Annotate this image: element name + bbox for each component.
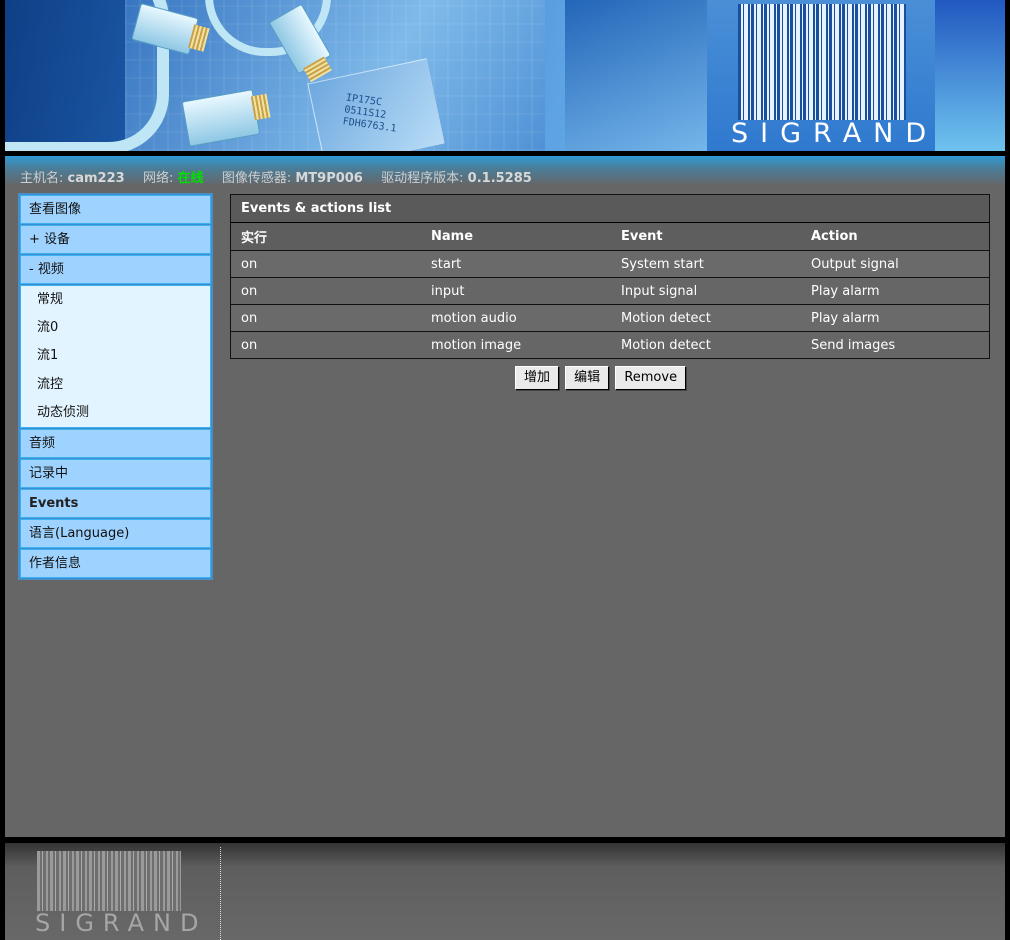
hostname-value: cam223 [67, 171, 125, 186]
cell-event: Motion detect [611, 304, 801, 332]
driver-label: 驱动程序版本: [381, 171, 464, 186]
driver-version: 0.1.5285 [467, 171, 532, 186]
table-row[interactable]: on start System start Output signal [230, 250, 990, 278]
footer: SIGRAND [5, 843, 1005, 940]
table-actions: 增加 编辑 Remove [515, 366, 688, 390]
nav-video-motion-detect[interactable]: 动态侦测 [21, 399, 210, 427]
banner-edge [935, 0, 1005, 151]
sidebar-nav: 查看图像 + 设备 - 视频 常规 流0 流1 流控 动态侦测 音频 记录中 E… [18, 193, 213, 580]
sensor-value: MT9P006 [295, 171, 363, 186]
chip-text: IP175C 0511S12 FDH6763.1 [341, 92, 398, 135]
column-header-event: Event [611, 222, 801, 251]
nav-language[interactable]: 语言(Language) [20, 518, 211, 548]
nav-about[interactable]: 作者信息 [20, 548, 211, 578]
hostname-label: 主机名: [20, 171, 64, 186]
logo-text: SIGRAND [731, 118, 939, 149]
cell-enabled: on [230, 331, 421, 359]
column-header-name: Name [421, 222, 611, 251]
column-header-enabled: 实行 [230, 222, 421, 251]
footer-barcode-icon [37, 851, 181, 911]
nav-video-flow-control[interactable]: 流控 [21, 371, 210, 399]
cell-enabled: on [230, 304, 421, 332]
events-table-title: Events & actions list [230, 194, 990, 223]
cell-event: System start [611, 250, 801, 278]
nav-recording[interactable]: 记录中 [20, 458, 211, 488]
nav-events[interactable]: Events [20, 488, 211, 518]
cell-event: Input signal [611, 277, 801, 305]
video-submenu: 常规 流0 流1 流控 动态侦测 [20, 285, 211, 428]
add-button[interactable]: 增加 [515, 366, 560, 390]
nav-video-general[interactable]: 常规 [21, 286, 210, 314]
barcode-icon [738, 4, 906, 120]
events-table: Events & actions list 实行 Name Event Acti… [230, 194, 990, 359]
column-header-action: Action [801, 222, 990, 251]
network-label: 网络: [142, 171, 174, 186]
sigrand-logo: SIGRAND [707, 0, 935, 151]
nav-view-image[interactable]: 查看图像 [20, 195, 211, 224]
chart-background-image [565, 0, 725, 151]
main-panel: 主机名: cam223 网络: 在线 图像传感器: MT9P006 驱动程序版本… [5, 156, 1005, 837]
edit-button[interactable]: 编辑 [565, 366, 610, 390]
cell-name: start [421, 250, 611, 278]
nav-video[interactable]: - 视频 [20, 255, 211, 284]
nav-video-stream0[interactable]: 流0 [21, 314, 210, 342]
footer-logo-text: SIGRAND [35, 909, 208, 937]
cell-action: Send images [801, 331, 990, 359]
footer-divider [220, 847, 221, 940]
nav-device[interactable]: + 设备 [20, 225, 211, 254]
cell-name: input [421, 277, 611, 305]
remove-button[interactable]: Remove [615, 366, 687, 390]
sensor-label: 图像传感器: [221, 171, 292, 186]
cell-action: Output signal [801, 250, 990, 278]
cell-name: motion image [421, 331, 611, 359]
cell-enabled: on [230, 250, 421, 278]
events-content: Events & actions list 实行 Name Event Acti… [225, 190, 995, 490]
nav-audio[interactable]: 音频 [20, 428, 211, 458]
header-banner: IP175C 0511S12 FDH6763.1 SIGRAND [5, 0, 1005, 151]
cell-action: Play alarm [801, 304, 990, 332]
cell-event: Motion detect [611, 331, 801, 359]
cell-enabled: on [230, 277, 421, 305]
status-bar: 主机名: cam223 网络: 在线 图像传感器: MT9P006 驱动程序版本… [20, 167, 532, 186]
table-row[interactable]: on motion image Motion detect Send images [230, 331, 990, 359]
table-row[interactable]: on input Input signal Play alarm [230, 277, 990, 305]
network-status: 在线 [177, 171, 204, 186]
nav-video-stream1[interactable]: 流1 [21, 342, 210, 370]
cell-action: Play alarm [801, 277, 990, 305]
cell-name: motion audio [421, 304, 611, 332]
table-row[interactable]: on motion audio Motion detect Play alarm [230, 304, 990, 332]
